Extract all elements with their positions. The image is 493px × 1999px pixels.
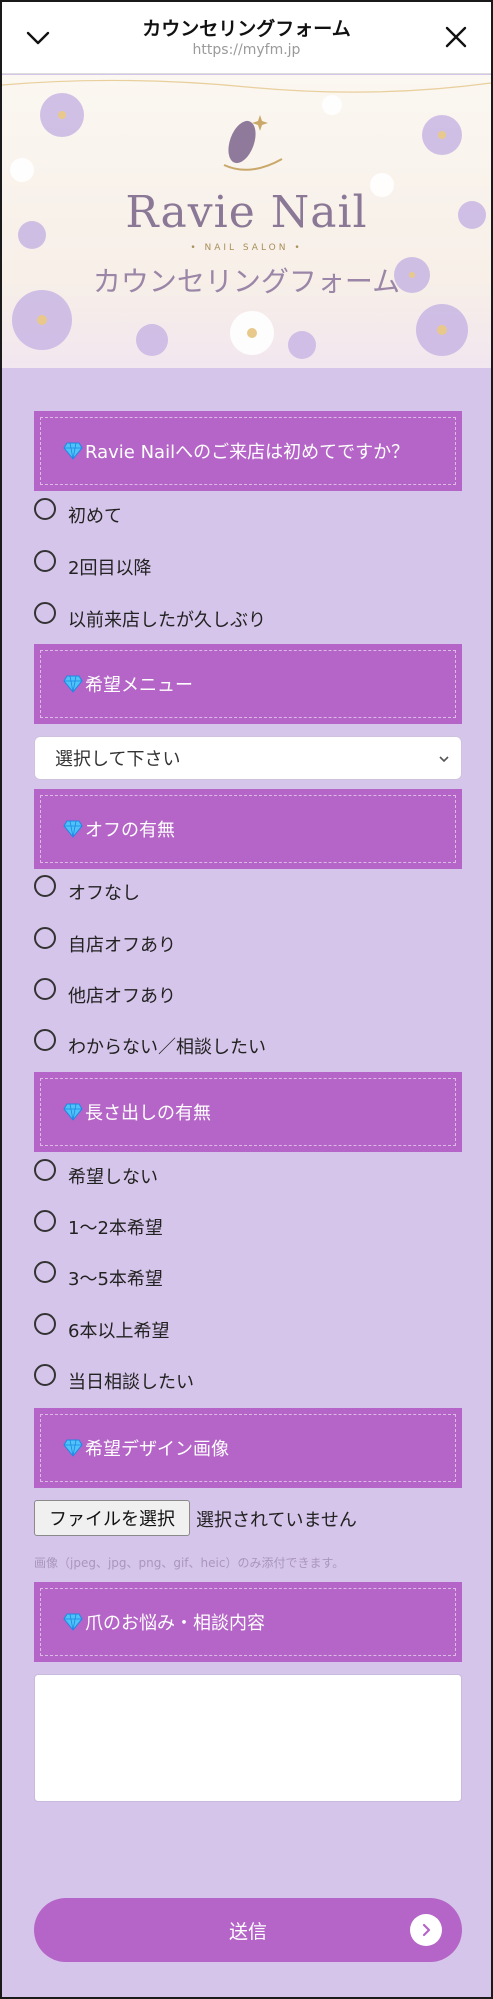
radio-length-1[interactable]: 希望しない xyxy=(34,1159,158,1189)
section-header-design: 希望デザイン画像 xyxy=(34,1408,462,1488)
radio-circle[interactable] xyxy=(34,1313,56,1335)
brand-tagline: • NAIL SALON • xyxy=(190,243,303,253)
radio-label: 他店オフあり xyxy=(68,986,176,1007)
close-icon[interactable] xyxy=(441,22,471,52)
radio-off-4[interactable]: わからない／相談したい xyxy=(34,1029,266,1059)
radio-label: 2回目以降 xyxy=(68,558,152,579)
radio-circle[interactable] xyxy=(34,498,56,520)
radio-first-visit-2[interactable]: 2回目以降 xyxy=(34,550,152,580)
radio-label: 当日相談したい xyxy=(68,1372,194,1393)
submit-label: 送信 xyxy=(228,1920,267,1943)
radio-circle[interactable] xyxy=(34,1159,56,1181)
section-label: 長さ出しの有無 xyxy=(85,1103,211,1124)
gem-icon xyxy=(63,442,83,460)
radio-label: 3〜5本希望 xyxy=(68,1269,163,1290)
radio-length-2[interactable]: 1〜2本希望 xyxy=(34,1210,163,1240)
radio-circle[interactable] xyxy=(34,927,56,949)
gem-icon xyxy=(63,1613,83,1631)
brand-logo: Ravie Nail xyxy=(125,187,368,238)
section-header-concerns: 爪のお悩み・相談内容 xyxy=(34,1582,462,1662)
gem-icon xyxy=(63,820,83,838)
file-status: 選択されていません xyxy=(196,1510,357,1531)
section-label: オフの有無 xyxy=(85,820,175,841)
menu-select[interactable]: 選択して下さい xyxy=(34,736,462,780)
file-select-button[interactable]: ファイルを選択 xyxy=(34,1500,190,1536)
radio-label: 自店オフあり xyxy=(68,935,176,956)
section-label: 希望デザイン画像 xyxy=(85,1439,229,1460)
radio-label: 6本以上希望 xyxy=(68,1321,170,1342)
radio-length-3[interactable]: 3〜5本希望 xyxy=(34,1261,163,1291)
radio-first-visit-3[interactable]: 以前来店したが久しぶり xyxy=(34,602,266,632)
concerns-textarea[interactable] xyxy=(34,1674,462,1802)
select-value: 選択して下さい xyxy=(55,749,181,770)
counseling-form: Ravie Nailへのご来店は初めてですか？ 初めて 2回目以降 以前来店した… xyxy=(2,368,491,1997)
header-banner: Ravie Nail • NAIL SALON • カウンセリングフォーム xyxy=(2,75,491,368)
radio-circle[interactable] xyxy=(34,602,56,624)
radio-label: オフなし xyxy=(68,883,140,904)
section-label: 希望メニュー xyxy=(85,675,193,696)
radio-circle[interactable] xyxy=(34,1210,56,1232)
section-header-menu: 希望メニュー xyxy=(34,644,462,724)
section-header-off: オフの有無 xyxy=(34,789,462,869)
section-label: 爪のお悩み・相談内容 xyxy=(85,1613,265,1634)
radio-label: 以前来店したが久しぶり xyxy=(68,610,266,631)
radio-label: 1〜2本希望 xyxy=(68,1218,163,1239)
submit-button[interactable]: 送信 xyxy=(34,1898,462,1962)
top-bar: カウンセリングフォーム https://myfm.jp xyxy=(2,2,491,74)
file-note: 画像（jpeg、jpg、png、gif、heic）のみ添付できます。 xyxy=(34,1556,345,1570)
banner-subtitle: カウンセリングフォーム xyxy=(92,265,401,298)
radio-off-3[interactable]: 他店オフあり xyxy=(34,978,176,1008)
radio-off-2[interactable]: 自店オフあり xyxy=(34,927,176,957)
radio-off-1[interactable]: オフなし xyxy=(34,875,140,905)
radio-label: 初めて xyxy=(68,506,122,527)
chevron-right-icon xyxy=(410,1914,442,1946)
app-frame: カウンセリングフォーム https://myfm.jp Ravie Nail •… xyxy=(0,0,493,1999)
radio-length-5[interactable]: 当日相談したい xyxy=(34,1364,194,1394)
radio-length-4[interactable]: 6本以上希望 xyxy=(34,1313,170,1343)
radio-label: わからない／相談したい xyxy=(68,1037,266,1058)
page-title: カウンセリングフォーム xyxy=(142,18,351,40)
gem-icon xyxy=(63,1103,83,1121)
gem-icon xyxy=(63,1439,83,1457)
section-header-length: 長さ出しの有無 xyxy=(34,1072,462,1152)
radio-first-visit-1[interactable]: 初めて xyxy=(34,498,122,528)
section-label: Ravie Nailへのご来店は初めてですか？ xyxy=(85,442,410,463)
chevron-down-icon xyxy=(437,750,451,771)
radio-circle[interactable] xyxy=(34,1029,56,1051)
radio-label: 希望しない xyxy=(68,1167,158,1188)
page-url: https://myfm.jp xyxy=(192,42,301,58)
radio-circle[interactable] xyxy=(34,1261,56,1283)
radio-circle[interactable] xyxy=(34,875,56,897)
gem-icon xyxy=(63,675,83,693)
radio-circle[interactable] xyxy=(34,978,56,1000)
section-header-first-visit: Ravie Nailへのご来店は初めてですか？ xyxy=(34,411,462,491)
radio-circle[interactable] xyxy=(34,550,56,572)
radio-circle[interactable] xyxy=(34,1364,56,1386)
